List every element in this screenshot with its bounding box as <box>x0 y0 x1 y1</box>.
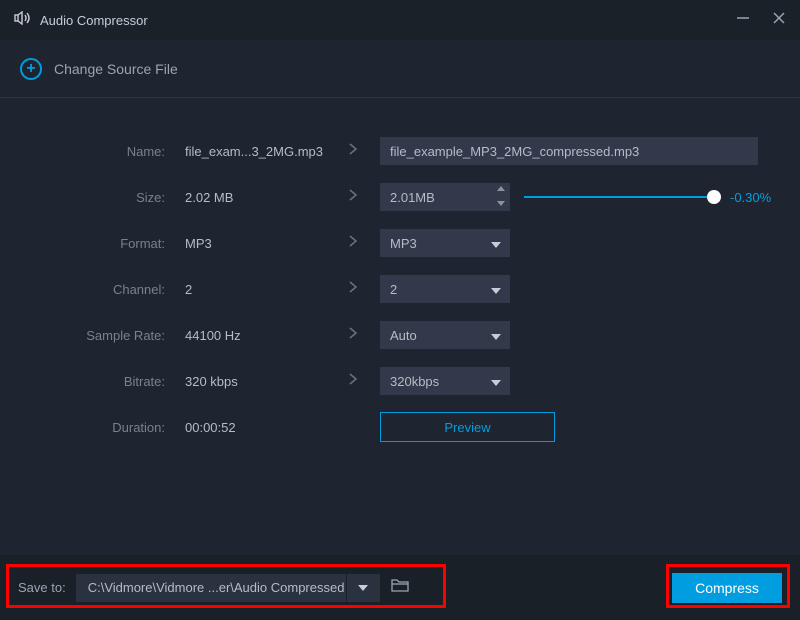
plus-circle-icon: + <box>20 58 42 80</box>
label-sample-rate: Sample Rate: <box>0 328 175 343</box>
label-bitrate: Bitrate: <box>0 374 175 389</box>
target-size-value: 2.01MB <box>390 190 435 205</box>
bitrate-select[interactable]: 320kbps <box>380 367 510 395</box>
format-value: MP3 <box>390 236 417 251</box>
stepper-arrows-icon[interactable] <box>496 184 506 208</box>
save-path-display[interactable]: C:\Vidmore\Vidmore ...er\Audio Compresse… <box>76 580 346 595</box>
source-duration: 00:00:52 <box>175 420 325 435</box>
format-select[interactable]: MP3 <box>380 229 510 257</box>
channel-value: 2 <box>390 282 397 297</box>
size-delta: -0.30% <box>730 190 780 205</box>
target-size-stepper[interactable]: 2.01MB <box>380 183 510 211</box>
chevron-right-icon <box>348 280 358 299</box>
compress-button[interactable]: Compress <box>672 573 782 603</box>
source-channel: 2 <box>175 282 325 297</box>
label-size: Size: <box>0 190 175 205</box>
chevron-right-icon <box>348 142 358 161</box>
open-folder-button[interactable] <box>390 577 410 598</box>
chevron-down-icon <box>490 376 502 391</box>
chevron-right-icon <box>348 326 358 345</box>
label-name: Name: <box>0 144 175 159</box>
label-duration: Duration: <box>0 420 175 435</box>
window-title: Audio Compressor <box>40 13 736 28</box>
source-format: MP3 <box>175 236 325 251</box>
chevron-down-icon <box>490 238 502 253</box>
footer-bar: Save to: C:\Vidmore\Vidmore ...er\Audio … <box>0 555 800 620</box>
source-name: file_exam...3_2MG.mp3 <box>175 144 325 159</box>
output-name-input[interactable] <box>380 137 758 165</box>
label-save-to: Save to: <box>18 580 66 595</box>
preview-button[interactable]: Preview <box>380 412 555 442</box>
chevron-right-icon <box>348 188 358 207</box>
source-size: 2.02 MB <box>175 190 325 205</box>
app-icon <box>14 11 32 30</box>
chevron-down-icon <box>490 284 502 299</box>
chevron-down-icon <box>490 330 502 345</box>
source-bitrate: 320 kbps <box>175 374 325 389</box>
slider-thumb[interactable] <box>707 190 721 204</box>
size-slider[interactable] <box>524 190 718 204</box>
change-source-row[interactable]: + Change Source File <box>0 40 800 98</box>
chevron-right-icon <box>348 234 358 253</box>
source-sample-rate: 44100 Hz <box>175 328 325 343</box>
settings-panel: Name: file_exam...3_2MG.mp3 Size: 2.02 M… <box>0 98 800 450</box>
sample-rate-select[interactable]: Auto <box>380 321 510 349</box>
channel-select[interactable]: 2 <box>380 275 510 303</box>
label-channel: Channel: <box>0 282 175 297</box>
save-path-dropdown[interactable] <box>346 574 380 602</box>
minimize-button[interactable] <box>736 11 750 30</box>
bitrate-value: 320kbps <box>390 374 439 389</box>
close-button[interactable] <box>772 11 786 30</box>
label-format: Format: <box>0 236 175 251</box>
chevron-right-icon <box>348 372 358 391</box>
titlebar: Audio Compressor <box>0 0 800 40</box>
sample-rate-value: Auto <box>390 328 417 343</box>
change-source-label: Change Source File <box>54 61 178 77</box>
